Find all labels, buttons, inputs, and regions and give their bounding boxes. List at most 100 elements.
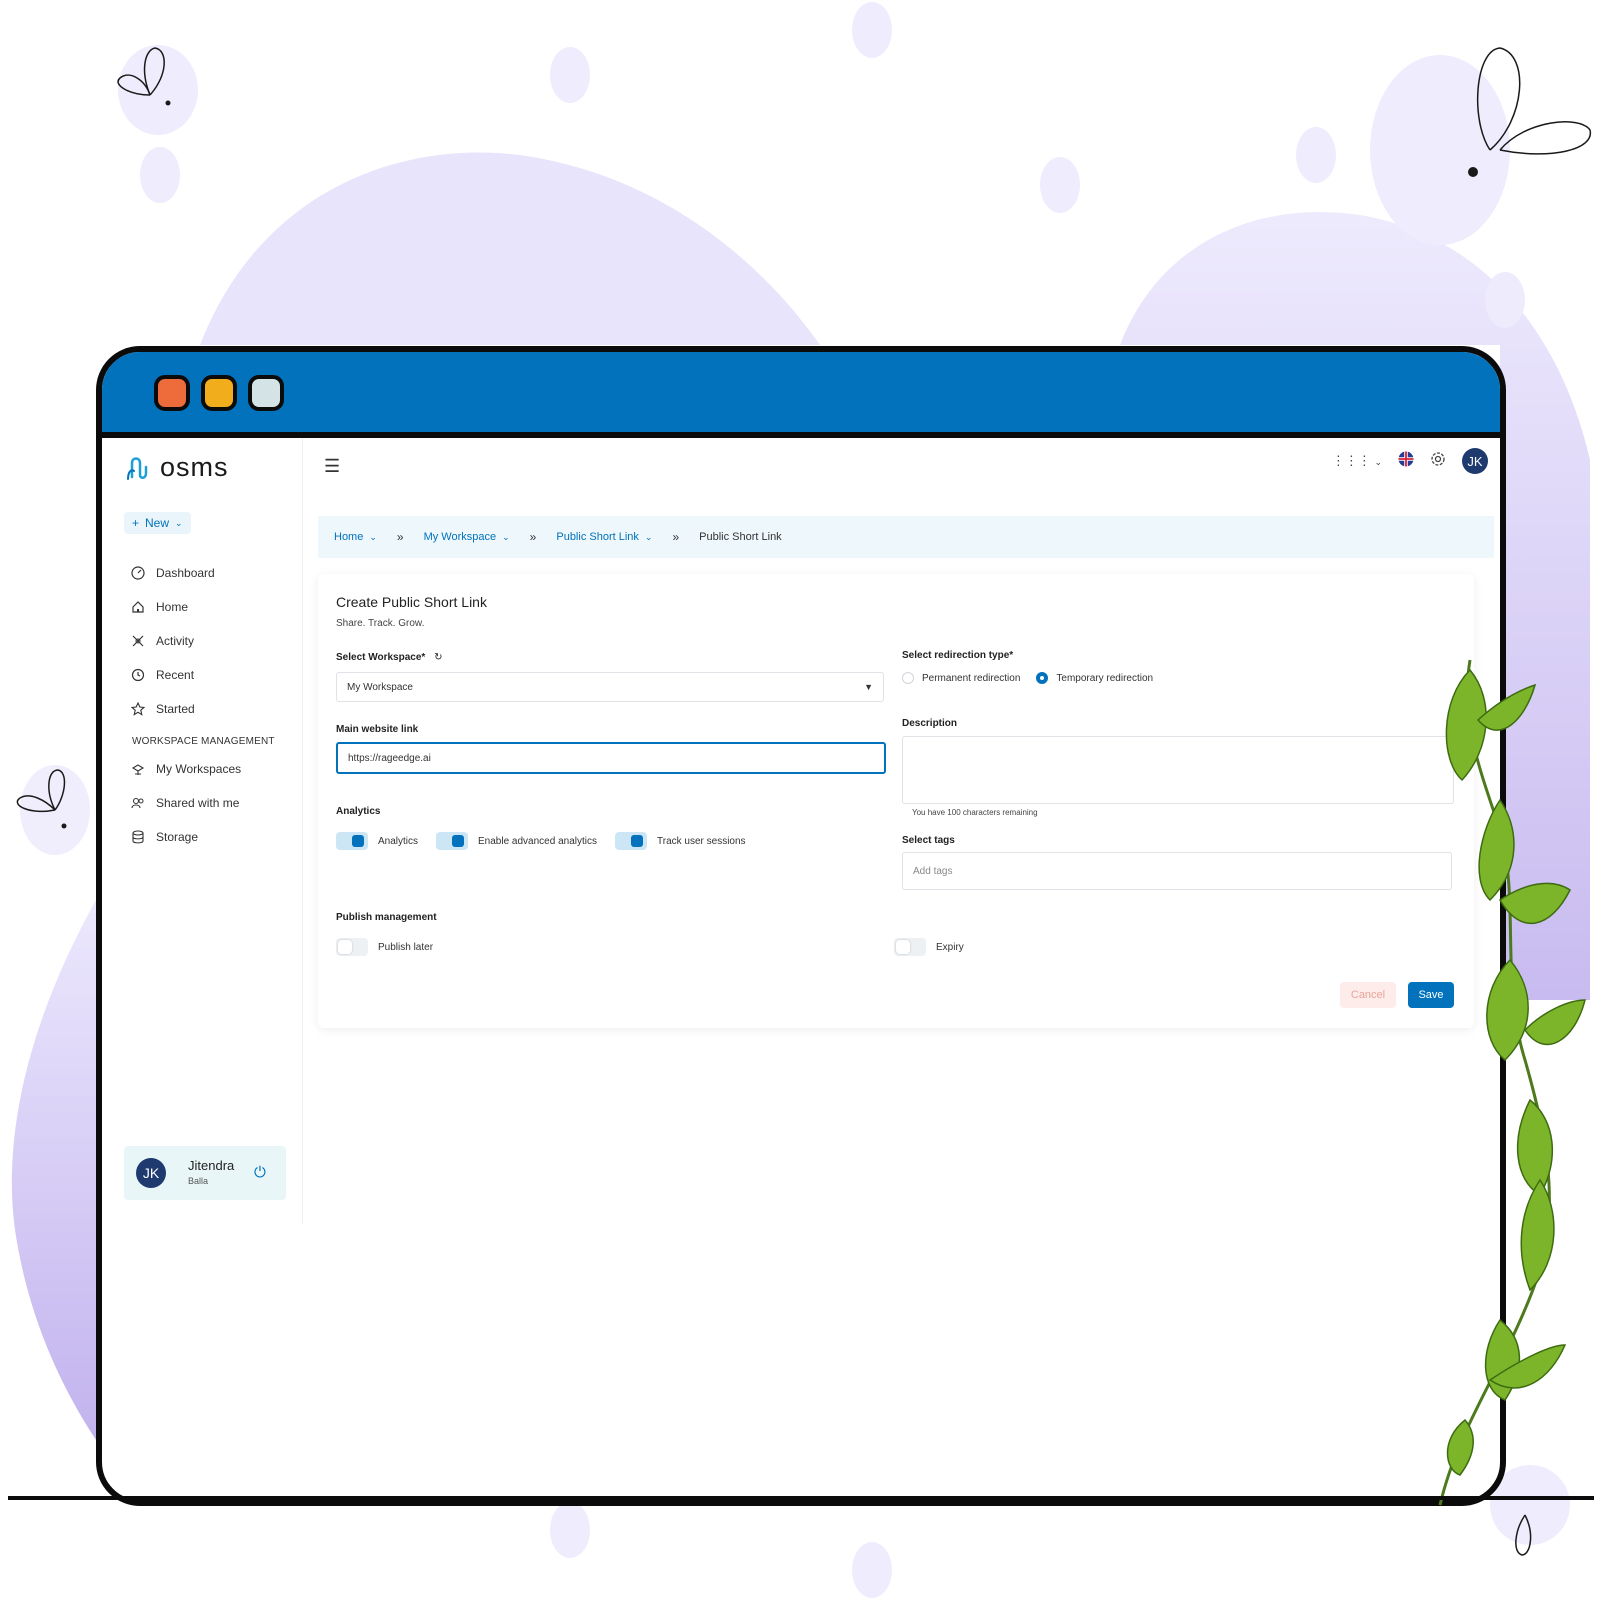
plus-icon: + (132, 516, 140, 530)
tags-input[interactable]: Add tags (902, 852, 1452, 890)
description-label: Description (902, 718, 958, 729)
sidebar-item-label: Started (156, 702, 195, 716)
new-button-label: New (145, 516, 170, 530)
breadcrumb-separator: » (396, 530, 404, 544)
chevron-down-icon: ⌄ (644, 531, 653, 542)
tags-placeholder: Add tags (913, 865, 953, 877)
user-name: Jitendra (188, 1158, 235, 1173)
minimize-window-button[interactable] (201, 375, 237, 411)
star-icon (130, 701, 146, 717)
logo-mark-icon (127, 456, 148, 480)
sidebar-item-label: My Workspaces (156, 762, 242, 776)
logo-text: osms (160, 452, 229, 482)
sidebar-item-label: Storage (156, 830, 199, 844)
expiry-label: Expiry (936, 941, 964, 953)
home-icon (130, 599, 146, 615)
workspace-icon (130, 761, 146, 777)
workspace-nav: My Workspaces Shared with me Storage (130, 752, 241, 854)
track-sessions-toggle[interactable] (615, 832, 647, 850)
redirection-options: Permanent redirection Temporary redirect… (902, 672, 1153, 684)
analytics-toggle-label: Analytics (378, 835, 419, 847)
permanent-redirection-radio[interactable] (902, 672, 914, 684)
analytics-toggles: Analytics Enable advanced analytics Trac… (336, 832, 746, 850)
close-window-button[interactable] (154, 375, 190, 411)
description-hint: You have 100 characters remaining (912, 808, 1038, 817)
sidebar-item-storage[interactable]: Storage (130, 820, 241, 854)
main-nav: Dashboard Home Activity Recent Started (130, 556, 215, 726)
language-flag-icon[interactable] (1398, 451, 1414, 472)
logout-icon[interactable]: ⏻ (254, 1164, 266, 1181)
user-surname: Balla (188, 1176, 209, 1186)
header-actions: ⋮⋮⋮ ⌄ JK (1332, 448, 1488, 474)
chevron-down-icon: ⌄ (369, 531, 377, 542)
create-link-form: Create Public Short Link Share. Track. G… (318, 574, 1474, 1028)
users-icon (130, 795, 146, 811)
chevron-down-icon: ⌄ (502, 531, 510, 542)
breadcrumb-public-short-link[interactable]: Public Short Link ⌄ (556, 531, 652, 543)
breadcrumb-label: My Workspace (423, 531, 497, 543)
sidebar: osms + New ⌄ Dashboard Home Activity Rec… (102, 438, 303, 1224)
gauge-icon (130, 565, 146, 581)
breadcrumb-separator: » (529, 530, 537, 544)
sidebar-item-dashboard[interactable]: Dashboard (130, 556, 215, 590)
apps-grid-icon[interactable]: ⋮⋮⋮ ⌄ (1332, 453, 1382, 469)
track-sessions-label: Track user sessions (657, 835, 746, 847)
breadcrumb-home[interactable]: Home ⌄ (334, 531, 377, 543)
caret-down-icon: ▼ (864, 682, 873, 692)
analytics-label: Analytics (336, 806, 381, 817)
breadcrumb-current: Public Short Link (699, 531, 782, 543)
expiry-row: Expiry (894, 938, 964, 956)
workspace-label-text: Select Workspace* (336, 652, 426, 663)
publish-later-row: Publish later (336, 938, 433, 956)
header-avatar[interactable]: JK (1462, 448, 1488, 474)
breadcrumb: Home ⌄ » My Workspace ⌄ » Public Short L… (318, 516, 1494, 558)
hamburger-menu-icon[interactable]: ☰ (324, 456, 340, 477)
workspace-select[interactable]: My Workspace ▼ (336, 672, 884, 702)
description-textarea[interactable] (902, 736, 1454, 804)
window-titlebar (102, 352, 1500, 438)
workspace-section-title: WORKSPACE MANAGEMENT (132, 736, 275, 747)
publish-later-toggle[interactable] (336, 938, 368, 956)
sidebar-item-recent[interactable]: Recent (130, 658, 215, 692)
advanced-analytics-toggle[interactable] (436, 832, 469, 850)
link-input-value: https://rageedge.ai (348, 752, 431, 764)
database-icon (130, 829, 146, 845)
publish-management-label: Publish management (336, 912, 437, 923)
sidebar-item-started[interactable]: Started (130, 692, 215, 726)
page-subtitle: Share. Track. Grow. (336, 618, 425, 629)
workspace-select-value: My Workspace (347, 681, 413, 693)
permanent-redirection-label: Permanent redirection (922, 672, 1021, 684)
main-website-link-input[interactable]: https://rageedge.ai (336, 742, 886, 774)
sidebar-item-activity[interactable]: Activity (130, 624, 215, 658)
browser-window: osms + New ⌄ Dashboard Home Activity Rec… (96, 346, 1506, 1506)
logo[interactable]: osms (124, 452, 229, 483)
refresh-icon[interactable]: ↻ (434, 652, 442, 663)
expiry-toggle[interactable] (894, 938, 926, 956)
user-card[interactable]: JK Jitendra Balla ⏻ (124, 1146, 286, 1200)
app-root: osms + New ⌄ Dashboard Home Activity Rec… (102, 438, 1500, 1500)
sidebar-item-label: Activity (156, 634, 195, 648)
cancel-button[interactable]: Cancel (1340, 982, 1396, 1008)
workspace-label: Select Workspace* ↻ (336, 652, 442, 663)
avatar: JK (136, 1158, 166, 1188)
breadcrumb-separator: » (672, 530, 680, 544)
activity-icon (130, 633, 146, 649)
sidebar-item-shared-with-me[interactable]: Shared with me (130, 786, 241, 820)
history-icon (130, 667, 146, 683)
analytics-toggle[interactable] (336, 832, 368, 850)
sidebar-item-label: Home (156, 600, 189, 614)
maximize-window-button[interactable] (248, 375, 284, 411)
breadcrumb-my-workspace[interactable]: My Workspace ⌄ (424, 531, 510, 543)
sidebar-item-home[interactable]: Home (130, 590, 215, 624)
temporary-redirection-radio[interactable] (1036, 672, 1049, 684)
advanced-analytics-label: Enable advanced analytics (478, 835, 597, 847)
chevron-down-icon: ⌄ (175, 517, 183, 528)
save-button[interactable]: Save (1408, 982, 1454, 1008)
tags-label: Select tags (902, 835, 955, 846)
settings-gear-icon[interactable] (1430, 451, 1446, 472)
ground-line (8, 1496, 1594, 1500)
sidebar-item-label: Recent (156, 668, 195, 682)
page-title: Create Public Short Link (336, 594, 487, 610)
new-button[interactable]: + New ⌄ (124, 512, 191, 534)
sidebar-item-my-workspaces[interactable]: My Workspaces (130, 752, 241, 786)
